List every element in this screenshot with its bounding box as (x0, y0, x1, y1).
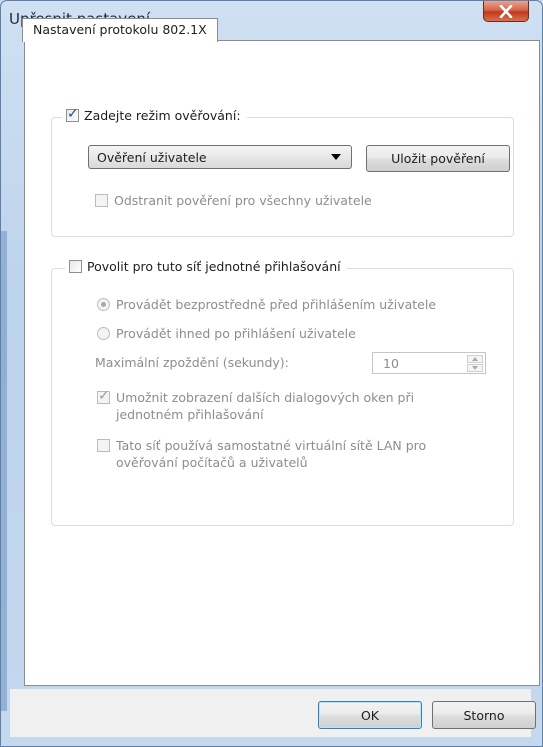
radio-before-logon-option: Provádět bezprostředně před přihlášením … (97, 297, 436, 312)
ok-label: OK (360, 707, 380, 723)
sso-label: Povolit pro tuto síť jednotné přihlašová… (87, 259, 341, 274)
radio-after-logon-label: Provádět ihned po přihlášení uživatele (116, 326, 356, 341)
max-delay-value: 10 (383, 355, 399, 371)
cancel-label: Storno (463, 707, 505, 723)
close-button[interactable] (483, 1, 529, 22)
auth-mode-select[interactable]: Ověření uživatele (88, 145, 352, 169)
allow-dialogs-line2: jednotném přihlašování (116, 407, 264, 422)
max-delay-spinner[interactable]: 10 (372, 352, 486, 374)
spin-up-button[interactable] (467, 355, 483, 363)
chevron-down-icon (331, 154, 341, 160)
cancel-button[interactable]: Storno (432, 701, 536, 729)
allow-dialogs-line1: Umožnit zobrazení dalších dialogových ok… (116, 390, 415, 405)
ok-button[interactable]: OK (318, 701, 422, 729)
remove-credentials-label: Odstranit pověření pro všechny uživatele (114, 193, 372, 208)
sso-checkbox[interactable] (69, 260, 82, 273)
tab-8021x-settings[interactable]: Nastavení protokolu 802.1X (22, 18, 218, 42)
radio-before-logon[interactable] (97, 298, 110, 311)
radio-before-logon-label: Provádět bezprostředně před přihlášením … (116, 297, 437, 312)
close-icon (499, 4, 513, 18)
auth-mode-select-value: Ověření uživatele (97, 149, 207, 165)
allow-dialogs-option: Umožnit zobrazení dalších dialogových ok… (97, 388, 414, 423)
auth-mode-legend: Zadejte režim ověřování: (62, 106, 247, 123)
allow-dialogs-text: Umožnit zobrazení dalších dialogových ok… (116, 389, 414, 423)
radio-after-logon[interactable] (97, 327, 110, 340)
vlan-line1: Tato síť používá samostatné virtuální sí… (116, 438, 427, 453)
remove-credentials-checkbox[interactable] (95, 194, 108, 207)
save-credentials-label: Uložit pověření (391, 151, 485, 166)
vlan-line2: ověřování počítačů a uživatelů (116, 455, 308, 470)
remove-credentials-option: Odstranit pověření pro všechny uživatele (95, 193, 372, 208)
max-delay-label-row: Maximální zpoždění (sekundy): (95, 355, 289, 370)
vlan-checkbox[interactable] (97, 439, 110, 452)
save-credentials-button[interactable]: Uložit pověření (366, 145, 510, 172)
allow-dialogs-checkbox[interactable] (97, 388, 110, 404)
arrow-down-icon (472, 366, 478, 370)
sso-legend: Povolit pro tuto síť jednotné přihlašová… (65, 259, 347, 274)
auth-mode-group (51, 117, 514, 237)
auth-mode-label: Zadejte režim ověřování: (84, 108, 241, 123)
spin-down-button[interactable] (467, 364, 483, 372)
radio-after-logon-option: Provádět ihned po přihlášení uživatele (97, 326, 356, 341)
max-delay-label: Maximální zpoždění (sekundy): (95, 355, 289, 370)
vlan-text: Tato síť používá samostatné virtuální sí… (116, 437, 426, 471)
arrow-up-icon (472, 357, 478, 361)
auth-mode-checkbox[interactable] (66, 106, 79, 122)
window-left-edge (1, 231, 7, 711)
vlan-option: Tato síť používá samostatné virtuální sí… (97, 437, 426, 471)
